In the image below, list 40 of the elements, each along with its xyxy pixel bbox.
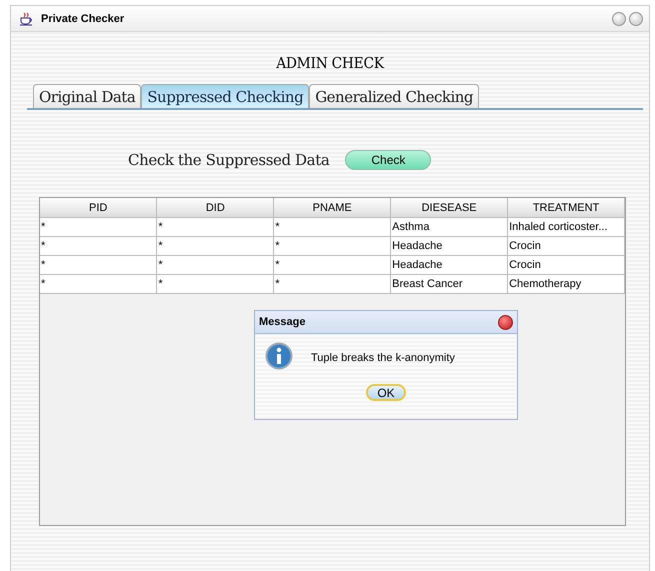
table-cell: Headache [390,236,508,256]
table-cell: * [40,236,157,256]
table-cell: Chemotherapy [508,274,624,294]
window-title: Private Checker [41,12,124,24]
column-header[interactable]: PID [40,198,157,218]
tab[interactable]: Suppressed Checking [141,84,310,108]
table-cell: Asthma [390,218,508,236]
minimize-button[interactable] [612,12,626,26]
table-cell: Crocin [508,236,624,256]
column-header[interactable]: DIESEASE [390,198,508,218]
ok-button[interactable]: OK [366,384,406,401]
table-cell: * [156,256,274,274]
table-cell: * [156,218,274,236]
column-header[interactable]: TREATMENT [508,198,624,218]
check-label: Check the Suppressed Data [128,151,330,169]
table-cell: * [40,256,157,274]
page-heading: ADMIN CHECK [275,54,386,72]
table-cell: * [156,236,274,256]
table-cell: Headache [390,256,508,274]
table-cell: * [274,218,391,236]
maximize-button[interactable] [629,12,643,26]
table-cell: * [40,274,157,294]
check-button[interactable]: Check [345,150,432,170]
column-header[interactable]: DID [156,198,274,218]
table-cell: Inhaled corticoster... [508,218,624,236]
table-cell: Breast Cancer [390,274,508,294]
dialog-message: Tuple breaks the k-anonymity [311,352,455,364]
table-cell: * [274,274,391,294]
table-cell: * [274,256,391,274]
tab[interactable]: Generalized Checking [309,84,480,108]
column-header[interactable]: PNAME [274,198,391,218]
close-button[interactable] [498,314,513,330]
info-icon [265,342,293,370]
coffee-cup-icon [19,12,33,26]
tab[interactable]: Original Data [33,84,142,108]
dialog-title: Message [259,316,306,328]
table-cell: Crocin [508,256,624,274]
table-cell: * [156,274,274,294]
table-cell: * [40,218,157,236]
table-cell: * [274,236,391,256]
